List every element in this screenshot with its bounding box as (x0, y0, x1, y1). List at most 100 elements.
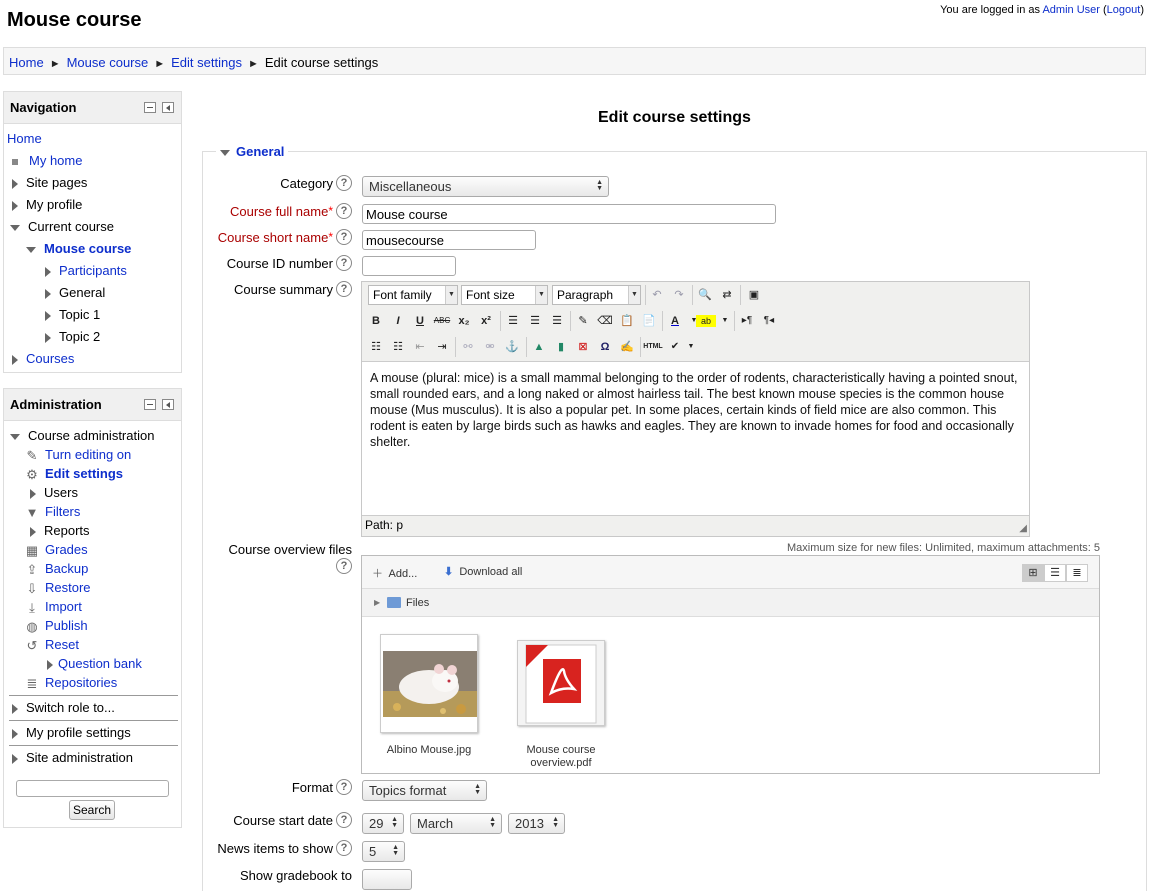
equation-icon[interactable]: ✍ (617, 337, 637, 357)
admin-question-bank-link[interactable]: Question bank (58, 656, 142, 671)
start-day-select[interactable]: 29 ▲ ▼ (362, 813, 404, 834)
admin-item-restore[interactable]: ⇩ Restore (24, 580, 91, 598)
nav-home-link[interactable]: Home (7, 131, 42, 146)
admin-course-administration[interactable]: Course administration (10, 428, 154, 446)
breadcrumb-edit-settings[interactable]: Edit settings (171, 55, 242, 70)
cleanup-icon[interactable]: ✎ (573, 311, 593, 331)
admin-turn-editing-link[interactable]: Turn editing on (45, 447, 131, 462)
expand-icon[interactable]: ▶ (374, 598, 380, 607)
admin-item-publish[interactable]: ◍ Publish (24, 618, 87, 636)
expand-icon[interactable] (12, 728, 18, 739)
numbered-list-icon[interactable]: ☷ (388, 337, 408, 357)
general-section-toggle[interactable]: General (216, 144, 289, 159)
breadcrumb-course[interactable]: Mouse course (67, 55, 149, 70)
expand-icon[interactable] (12, 354, 18, 365)
minimize-icon[interactable] (144, 102, 156, 113)
font-family-select[interactable]: Font family ▼ (368, 285, 458, 305)
media-icon[interactable]: ▮ (551, 337, 571, 357)
breadcrumb-home[interactable]: Home (9, 55, 44, 70)
admin-item-import[interactable]: ⤓ Import (24, 599, 82, 617)
expand-icon[interactable] (12, 753, 18, 764)
expand-icon[interactable] (45, 266, 51, 277)
paste-word-icon[interactable]: 📄 (639, 311, 659, 331)
outdent-icon[interactable]: ⇤ (410, 337, 430, 357)
admin-filters-link[interactable]: Filters (45, 504, 80, 519)
admin-item-reset[interactable]: ↺ Reset (24, 637, 79, 655)
news-items-select[interactable]: 5 ▲ ▼ (362, 841, 405, 862)
user-name-link[interactable]: Admin User (1042, 4, 1099, 16)
admin-repositories-link[interactable]: Repositories (45, 675, 117, 690)
admin-switch-role[interactable]: Switch role to... (12, 700, 115, 718)
collapse-icon[interactable] (26, 246, 36, 253)
special-char-icon[interactable]: Ω (595, 337, 615, 357)
nav-item-topic2[interactable]: Topic 2 (45, 329, 100, 347)
help-icon[interactable]: ? (336, 840, 352, 856)
add-file-button[interactable]: ＋ Add... (372, 565, 417, 581)
help-icon[interactable]: ? (336, 255, 352, 271)
admin-item-backup[interactable]: ⇪ Backup (24, 561, 89, 579)
nav-courses-link[interactable]: Courses (26, 351, 74, 366)
remove-format-icon[interactable]: ⌫ (595, 311, 615, 331)
admin-restore-link[interactable]: Restore (45, 580, 91, 595)
font-size-select[interactable]: Font size ▼ (461, 285, 548, 305)
admin-import-link[interactable]: Import (45, 599, 82, 614)
start-month-select[interactable]: March ▲ ▼ (410, 813, 502, 834)
anchor-icon[interactable]: ⚓ (502, 337, 522, 357)
align-center-icon[interactable]: ☰ (525, 311, 545, 331)
expand-icon[interactable] (45, 288, 51, 299)
help-icon[interactable]: ? (336, 812, 352, 828)
admin-item-reports[interactable]: Reports (30, 523, 90, 541)
expand-icon[interactable] (12, 200, 18, 211)
help-icon[interactable]: ? (336, 175, 352, 191)
resize-handle-icon[interactable]: ◢ (1019, 523, 1027, 534)
admin-search-input[interactable] (16, 780, 169, 797)
help-icon[interactable]: ? (336, 229, 352, 245)
help-icon[interactable]: ? (336, 281, 352, 297)
rtl-icon[interactable]: ¶◂ (759, 311, 779, 331)
dock-icon[interactable] (162, 399, 174, 410)
category-select[interactable]: Miscellaneous ▲ ▼ (362, 176, 609, 197)
minimize-icon[interactable] (144, 399, 156, 410)
bullet-list-icon[interactable]: ☷ (366, 337, 386, 357)
ltr-icon[interactable]: ▸¶ (737, 311, 757, 331)
superscript-icon[interactable]: x² (476, 311, 496, 331)
view-icons-icon[interactable]: ⊞ (1022, 564, 1044, 582)
collapse-icon[interactable] (10, 433, 20, 440)
admin-item-grades[interactable]: ▦ Grades (24, 542, 88, 560)
nav-participants-link[interactable]: Participants (59, 263, 127, 278)
italic-icon[interactable]: I (388, 311, 408, 331)
expand-icon[interactable] (45, 310, 51, 321)
subscript-icon[interactable]: x₂ (454, 311, 474, 331)
format-select[interactable]: Topics format ▲ ▼ (362, 780, 487, 801)
expand-icon[interactable] (12, 178, 18, 189)
admin-item-users[interactable]: Users (30, 485, 78, 503)
start-year-select[interactable]: 2013 ▲ ▼ (508, 813, 565, 834)
nav-item-general[interactable]: General (45, 285, 105, 303)
summary-textarea[interactable]: A mouse (plural: mice) is a small mammal… (362, 361, 1029, 516)
strikethrough-icon[interactable]: ABC (432, 311, 452, 331)
admin-my-profile-settings[interactable]: My profile settings (12, 725, 131, 743)
nav-item-my-profile[interactable]: My profile (12, 197, 82, 215)
dropdown-arrow-icon[interactable]: ▼ (681, 337, 701, 357)
help-icon[interactable]: ? (336, 203, 352, 219)
help-icon[interactable]: ? (336, 558, 352, 574)
image-icon[interactable]: ▲ (529, 337, 549, 357)
expand-icon[interactable] (30, 526, 36, 537)
admin-item-turn-editing[interactable]: ✎ Turn editing on (24, 447, 132, 465)
logout-link[interactable]: Logout (1107, 4, 1141, 16)
align-left-icon[interactable]: ☰ (503, 311, 523, 331)
admin-site-administration[interactable]: Site administration (12, 750, 133, 768)
nav-item-site-pages[interactable]: Site pages (12, 175, 87, 193)
admin-item-repositories[interactable]: ≣ Repositories (24, 675, 118, 693)
collapse-icon[interactable] (220, 149, 230, 156)
nav-item-courses[interactable]: Courses (12, 351, 74, 369)
file-thumbnail-pdf[interactable] (517, 640, 605, 726)
unlink-icon[interactable]: ⚮ (480, 337, 500, 357)
collapse-icon[interactable] (10, 224, 20, 231)
nav-my-home-link[interactable]: My home (29, 153, 82, 168)
file-name[interactable]: Albino Mouse.jpg (370, 744, 488, 757)
indent-icon[interactable]: ⇥ (432, 337, 452, 357)
file-name[interactable]: Mouse course overview.pdf (502, 744, 620, 770)
paragraph-select[interactable]: Paragraph ▼ (552, 285, 641, 305)
nav-item-topic1[interactable]: Topic 1 (45, 307, 100, 325)
